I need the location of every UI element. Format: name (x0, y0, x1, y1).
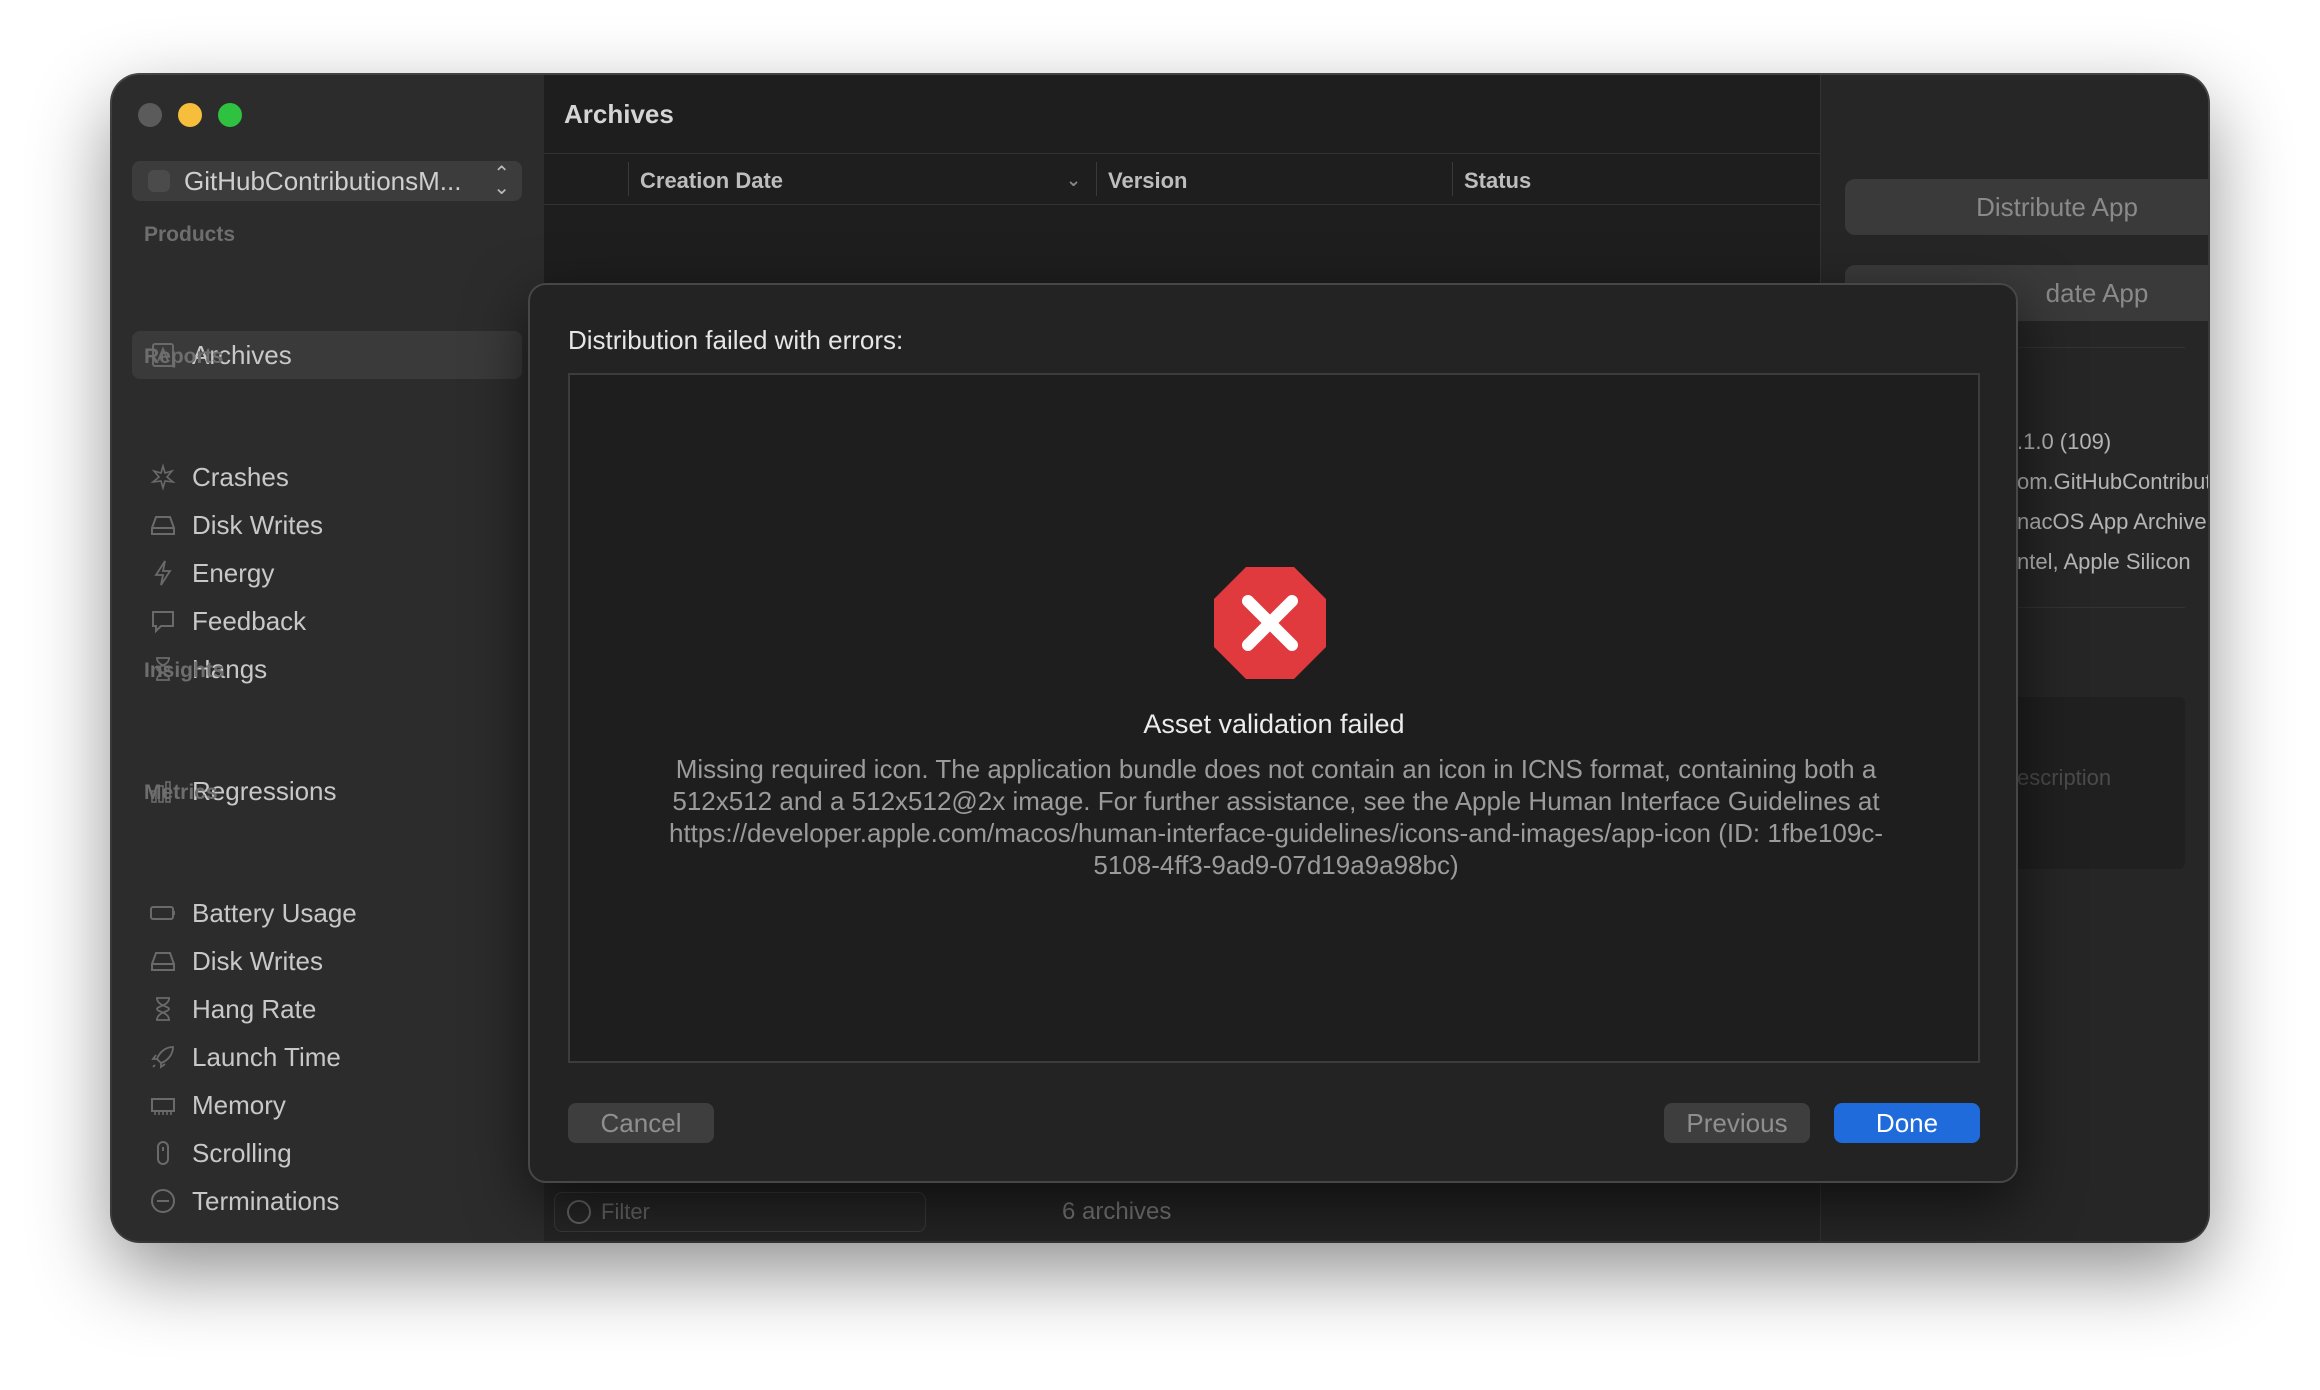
previous-button[interactable]: Previous (1664, 1103, 1810, 1143)
error-panel: Asset validation failed Missing required… (568, 373, 1980, 1063)
error-message: Missing required icon. The application b… (669, 754, 1883, 880)
xcode-organizer-window: GitHubContributionsM... ⌃ ⌄ Products Arch… (112, 75, 2208, 1241)
modal-overlay: Distribution failed with errors: Asset v… (112, 75, 2208, 1241)
distribution-error-sheet: Distribution failed with errors: Asset v… (528, 283, 2018, 1183)
cancel-button[interactable]: Cancel (568, 1103, 714, 1143)
error-title: Asset validation failed (1143, 709, 1405, 739)
error-octagon-icon (1214, 567, 1326, 679)
done-button[interactable]: Done (1834, 1103, 1980, 1143)
sheet-title: Distribution failed with errors: (568, 325, 904, 355)
